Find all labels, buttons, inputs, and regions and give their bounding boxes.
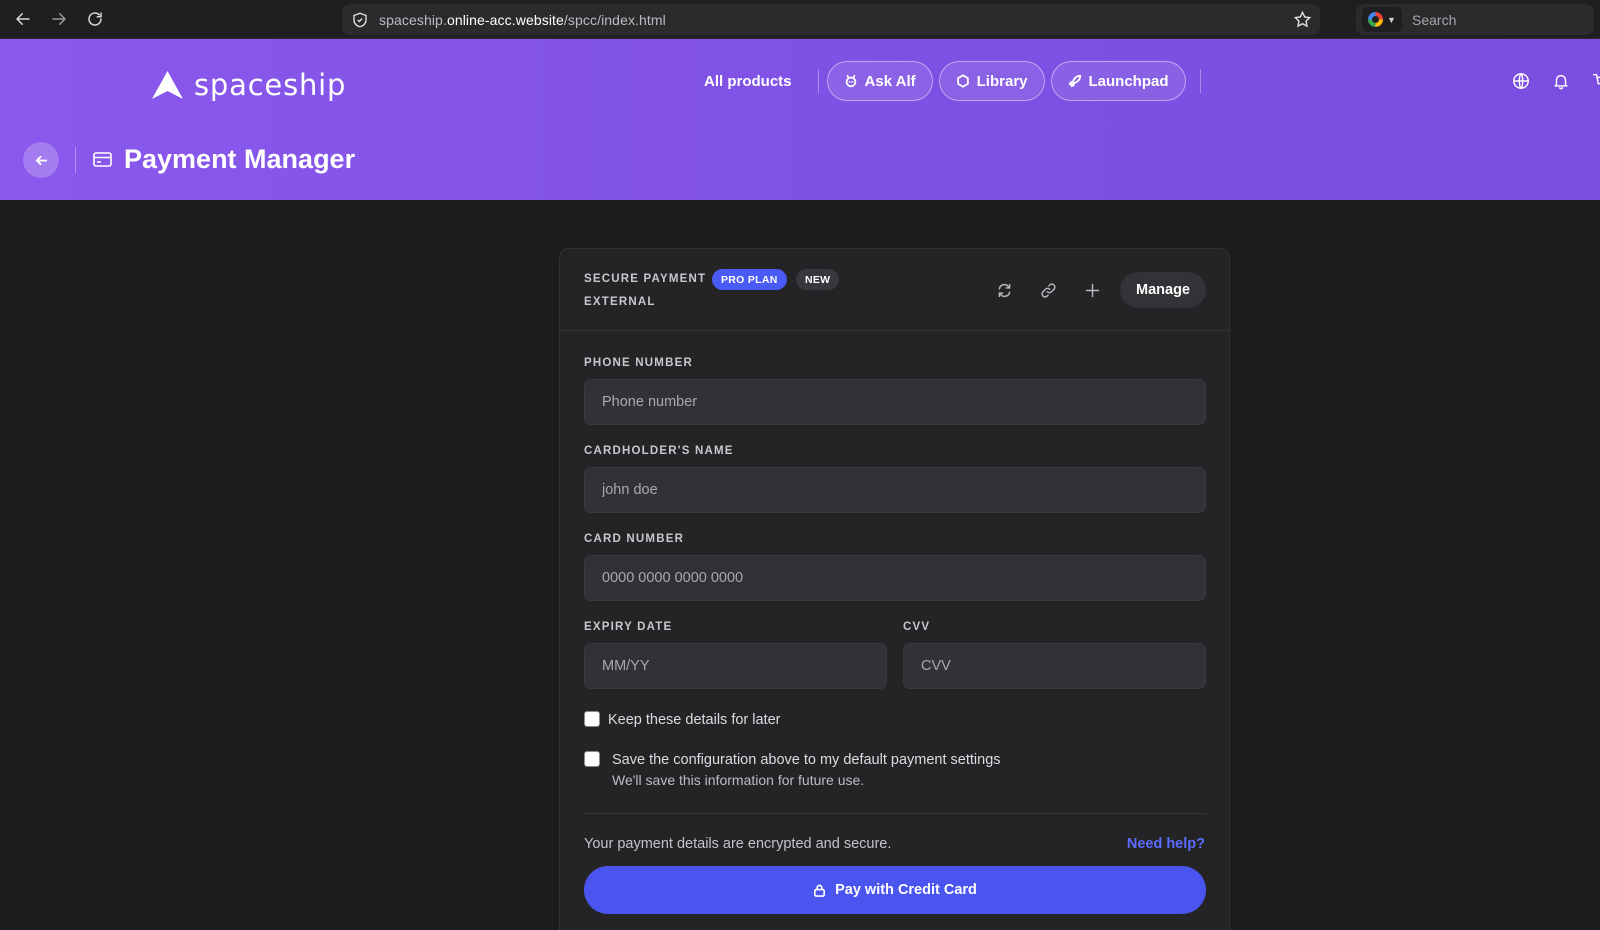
keep-details-label[interactable]: Keep these details for later (608, 712, 781, 728)
browser-back-button[interactable] (11, 7, 35, 31)
pro-plan-badge: PRO PLAN (712, 269, 787, 290)
cvv-input[interactable] (903, 643, 1206, 689)
browser-search-bar[interactable]: ▼ Search (1356, 4, 1594, 35)
form-divider (584, 813, 1206, 814)
keep-details-checkbox[interactable] (584, 711, 600, 727)
top-navigation: All products Ask Alf Library Launchpad (686, 61, 1209, 101)
title-divider (75, 147, 76, 173)
google-icon (1368, 12, 1384, 27)
bookmark-star-icon[interactable] (1293, 10, 1312, 29)
cardholder-name-label: CARDHOLDER'S NAME (584, 445, 734, 457)
nav-launchpad-label: Launchpad (1088, 72, 1169, 90)
browser-reload-button[interactable] (83, 7, 107, 31)
nav-ask-alf-button[interactable]: Ask Alf (826, 61, 933, 101)
need-help-link[interactable]: Need help? (1127, 836, 1205, 852)
phone-input[interactable] (584, 379, 1206, 425)
save-config-label[interactable]: Save the configuration above to my defau… (612, 752, 1001, 768)
expiry-date-label: EXPIRY DATE (584, 621, 673, 633)
address-bar[interactable]: spaceship.online-acc.website/spcc/index.… (342, 4, 1320, 35)
lock-icon (814, 884, 826, 897)
browser-forward-button[interactable] (47, 7, 71, 31)
page-title: Payment Manager (124, 144, 356, 174)
secure-payment-label: SECURE PAYMENT (584, 273, 707, 285)
nav-library-label: Library (976, 72, 1028, 90)
cvv-label: CVV (903, 621, 931, 633)
search-placeholder: Search (1412, 11, 1457, 28)
card-number-label: CARD NUMBER (584, 533, 685, 545)
back-button[interactable] (23, 142, 59, 178)
shield-icon (351, 11, 369, 29)
forward-arrow-icon (52, 13, 66, 25)
expiry-date-input[interactable] (584, 643, 887, 689)
nav-separator (1199, 69, 1201, 93)
search-engine-selector[interactable]: ▼ (1362, 7, 1402, 32)
chevron-down-icon: ▼ (1387, 14, 1396, 25)
nav-separator (817, 69, 819, 93)
credit-card-icon (93, 151, 112, 173)
nav-ask-alf-label: Ask Alf (864, 72, 916, 90)
plus-icon[interactable] (1082, 280, 1102, 300)
pay-button-label: Pay with Credit Card (835, 882, 977, 898)
cardholder-name-input[interactable] (584, 467, 1206, 513)
link-icon[interactable] (1038, 280, 1058, 300)
brand-logo[interactable]: spaceship (151, 68, 346, 102)
brand-name: spaceship (194, 68, 347, 102)
cart-icon[interactable] (1592, 72, 1600, 95)
external-label: EXTERNAL (584, 296, 656, 308)
rocket-icon (1068, 74, 1081, 88)
back-arrow-icon (35, 155, 47, 165)
site-header: spaceship All products Ask Alf Library L… (0, 39, 1600, 200)
bell-icon[interactable] (1552, 72, 1570, 95)
refresh-icon[interactable] (994, 280, 1014, 300)
browser-toolbar: spaceship.online-acc.website/spcc/index.… (0, 0, 1600, 39)
manage-button[interactable]: Manage (1120, 272, 1206, 308)
pay-credit-card-button[interactable]: Pay with Credit Card (584, 866, 1206, 914)
url-text: spaceship.online-acc.website/spcc/index.… (379, 11, 666, 28)
nav-all-products[interactable]: All products (686, 73, 810, 90)
save-config-subtext: We'll save this information for future u… (612, 772, 865, 788)
alf-icon (845, 74, 856, 88)
spaceship-logo-icon (151, 70, 184, 100)
card-header: SECURE PAYMENT PRO PLAN NEW EXTERNAL Man… (560, 249, 1229, 331)
back-arrow-icon (16, 13, 30, 25)
card-number-input[interactable] (584, 555, 1206, 601)
payment-card: SECURE PAYMENT PRO PLAN NEW EXTERNAL Man… (559, 248, 1230, 930)
nav-library-button[interactable]: Library (938, 61, 1045, 101)
nav-launchpad-button[interactable]: Launchpad (1050, 61, 1186, 101)
save-config-checkbox[interactable] (584, 751, 600, 767)
library-hexagon-icon (956, 74, 969, 88)
header-actions (1512, 72, 1600, 95)
reload-icon (88, 12, 102, 26)
secure-notice: Your payment details are encrypted and s… (584, 836, 892, 852)
phone-label: PHONE NUMBER (584, 357, 693, 369)
new-badge: NEW (796, 269, 840, 290)
globe-icon[interactable] (1512, 72, 1530, 95)
